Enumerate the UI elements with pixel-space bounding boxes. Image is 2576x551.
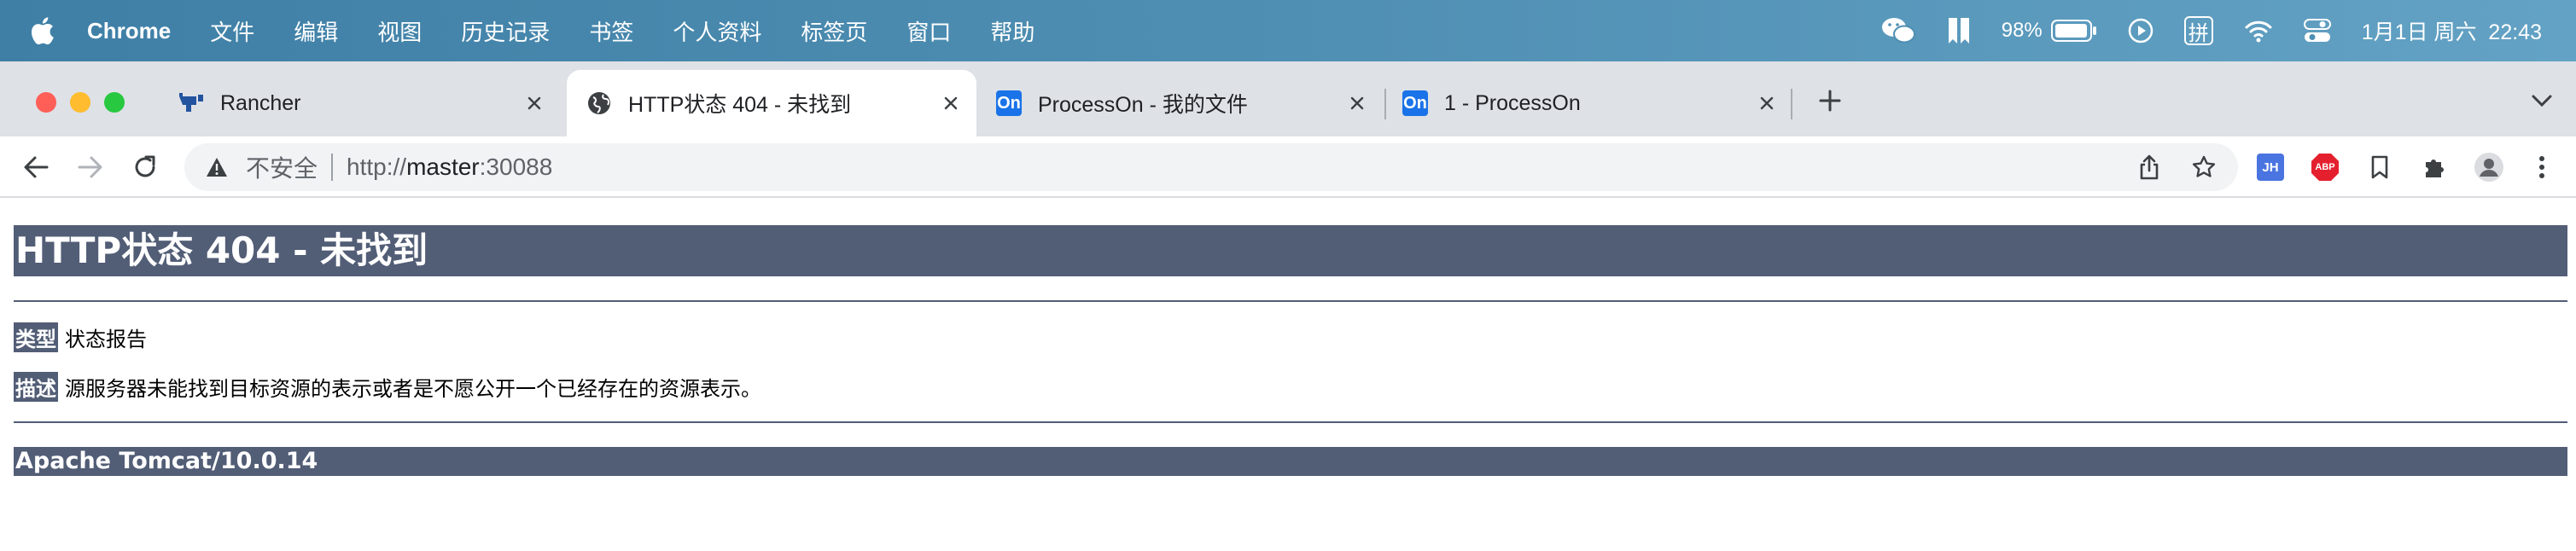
window-zoom-button[interactable] [104,92,125,113]
bookmark-star-icon[interactable] [2187,150,2221,184]
url-host: master [406,154,480,180]
description-line: 描述 源服务器未能找到目标资源的表示或者是不愿公开一个已经存在的资源表示。 [14,372,761,402]
bookmark-icon[interactable] [2363,150,2397,184]
macos-menu-bar: Chrome 文件 编辑 视图 历史记录 书签 个人资料 标签页 窗口 帮助 9… [0,0,2576,61]
control-center-icon[interactable] [2303,18,2331,44]
menu-item-view[interactable]: 视图 [377,15,422,47]
security-label[interactable]: 不安全 [246,150,318,184]
description-label: 描述 [14,372,58,402]
battery-percent: 98% [2001,19,2043,42]
play-icon[interactable] [2128,18,2153,44]
menu-item-help[interactable]: 帮助 [990,15,1034,47]
rancher-icon [178,90,205,117]
battery-status[interactable]: 98% [2002,19,2097,43]
new-tab-plus-icon[interactable] [1813,84,1847,118]
omnibox-divider [331,154,334,181]
type-label: 类型 [14,322,58,352]
tab-close-icon[interactable] [1343,90,1371,117]
forward-arrow-icon[interactable] [73,150,108,184]
tab-processon-files[interactable]: On ProcessOn - 我的文件 [976,70,1383,136]
more-menu-icon[interactable] [2525,150,2559,184]
share-icon[interactable] [2132,150,2166,184]
tab-processon-1[interactable]: On 1 - ProcessOn [1386,70,1792,136]
divider-bottom [14,421,2567,423]
input-method-label: 拼 [2188,21,2209,45]
reload-icon[interactable] [128,150,162,184]
warning-triangle-icon[interactable] [203,154,230,181]
page-content: HTTP状态 404 - 未找到 类型 状态报告 描述 源服务器未能找到目标资源… [0,200,2576,551]
address-bar[interactable]: 不安全 http://master:30088 [184,143,2238,191]
adblock-plus-icon[interactable]: ABP [2308,150,2342,184]
tab-separator [1791,89,1792,119]
type-line: 类型 状态报告 [14,322,147,352]
tab-close-icon[interactable] [1753,90,1780,117]
menu-item-tab[interactable]: 标签页 [801,15,867,47]
tab-title: HTTP状态 404 - 未找到 [628,93,852,117]
url-scheme: http:// [347,154,407,180]
menu-item-bookmarks[interactable]: 书签 [589,15,633,47]
menu-item-history[interactable]: 历史记录 [461,15,550,47]
input-method-indicator[interactable]: 拼 [2183,16,2213,45]
battery-icon [2050,20,2096,42]
profile-avatar-icon[interactable] [2472,150,2506,184]
tab-title: ProcessOn - 我的文件 [1038,93,1248,117]
url-text[interactable]: http://master:30088 [347,154,552,181]
processon-icon: On [1402,90,1429,117]
window-close-button[interactable] [36,92,56,113]
window-minimize-button[interactable] [70,92,90,113]
globe-icon [586,90,613,117]
error-heading: HTTP状态 404 - 未找到 [14,225,2567,276]
clock-datetime[interactable]: 1月1日 周六 22:43 [2362,15,2542,46]
url-rest: :30088 [479,154,553,180]
menu-item-file[interactable]: 文件 [210,15,254,47]
type-value: 状态报告 [65,328,147,351]
tab-close-icon[interactable] [937,90,965,117]
tab-http-404[interactable]: HTTP状态 404 - 未找到 [567,70,976,136]
tab-search-chevron-down-icon[interactable] [2525,84,2559,118]
bookmark-app-icon[interactable] [1947,16,1971,45]
tab-title: 1 - ProcessOn [1444,90,1581,115]
apple-menu-icon[interactable] [29,0,61,61]
back-arrow-icon[interactable] [19,150,53,184]
tab-rancher[interactable]: Rancher [154,70,560,136]
tab-strip: Rancher HTTP状态 404 - 未找到 On ProcessOn - … [0,61,2576,136]
wifi-icon[interactable] [2244,19,2273,43]
menu-app-name[interactable]: Chrome [87,18,171,44]
processon-icon: On [995,90,1023,117]
tab-close-icon[interactable] [521,90,548,117]
description-value: 源服务器未能找到目标资源的表示或者是不愿公开一个已经存在的资源表示。 [65,377,761,401]
menu-item-edit[interactable]: 编辑 [294,15,338,47]
server-footer: Apache Tomcat/10.0.14 [14,447,2567,476]
browser-toolbar: 不安全 http://master:30088 JH ABP [0,136,2576,198]
extensions-puzzle-icon[interactable] [2417,150,2451,184]
jh-extension-icon[interactable]: JH [2253,150,2288,184]
tab-title: Rancher [220,90,301,115]
divider-top [14,300,2567,302]
menu-item-window[interactable]: 窗口 [906,15,951,47]
menu-item-profiles[interactable]: 个人资料 [673,15,761,47]
wechat-icon[interactable] [1880,15,1916,46]
